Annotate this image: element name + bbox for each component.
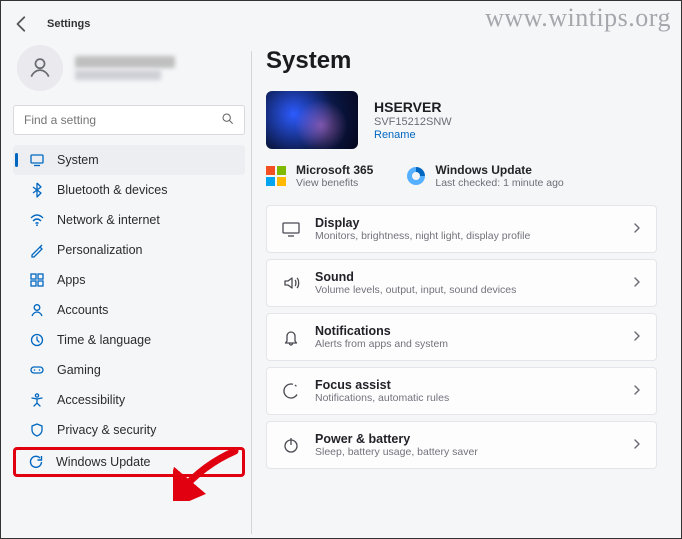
profile-email-obscured — [75, 70, 161, 80]
sidebar-item-privacy[interactable]: Privacy & security — [13, 415, 245, 445]
sidebar-item-update[interactable]: Windows Update — [13, 447, 245, 477]
sidebar-item-system[interactable]: System — [13, 145, 245, 175]
personalization-icon — [29, 242, 45, 258]
chevron-right-icon — [632, 274, 642, 292]
card-power[interactable]: Power & batterySleep, battery usage, bat… — [266, 421, 657, 469]
card-subtitle: Volume levels, output, input, sound devi… — [315, 284, 618, 296]
chevron-right-icon — [632, 382, 642, 400]
card-subtitle: Sleep, battery usage, battery saver — [315, 446, 618, 458]
ms365-title: Microsoft 365 — [296, 163, 373, 177]
sidebar-item-label: System — [57, 153, 99, 167]
chevron-right-icon — [632, 220, 642, 238]
search-icon — [221, 112, 234, 128]
network-icon — [29, 212, 45, 228]
card-title: Power & battery — [315, 432, 618, 446]
focus-icon — [281, 381, 301, 401]
sidebar: System Bluetooth & devices Network & inter… — [7, 41, 251, 534]
card-title: Focus assist — [315, 378, 618, 392]
device-row: HSERVER SVF15212SNW Rename — [266, 91, 657, 149]
sidebar-item-label: Bluetooth & devices — [57, 183, 168, 197]
back-button[interactable] — [13, 15, 31, 33]
profile-block[interactable] — [13, 41, 245, 105]
card-subtitle: Notifications, automatic rules — [315, 392, 618, 404]
chevron-right-icon — [632, 328, 642, 346]
accessibility-icon — [29, 392, 45, 408]
sidebar-item-label: Apps — [57, 273, 86, 287]
device-model: SVF15212SNW — [374, 116, 452, 128]
gaming-icon — [29, 362, 45, 378]
sidebar-item-bluetooth[interactable]: Bluetooth & devices — [13, 175, 245, 205]
sidebar-item-network[interactable]: Network & internet — [13, 205, 245, 235]
sidebar-item-personalization[interactable]: Personalization — [13, 235, 245, 265]
system-icon — [29, 152, 45, 168]
card-notifications[interactable]: NotificationsAlerts from apps and system — [266, 313, 657, 361]
device-thumbnail — [266, 91, 358, 149]
profile-name-obscured — [75, 56, 175, 68]
vertical-divider — [251, 51, 252, 534]
wu-title: Windows Update — [435, 163, 563, 177]
sidebar-item-label: Personalization — [57, 243, 142, 257]
page-title: System — [266, 47, 657, 75]
time-icon — [29, 332, 45, 348]
sidebar-item-label: Accounts — [57, 303, 108, 317]
search-input[interactable] — [24, 113, 194, 127]
power-icon — [281, 435, 301, 455]
search-box[interactable] — [13, 105, 245, 135]
card-title: Display — [315, 216, 618, 230]
card-title: Sound — [315, 270, 618, 284]
card-display[interactable]: DisplayMonitors, brightness, night light… — [266, 205, 657, 253]
microsoft-logo-icon — [266, 166, 286, 186]
sidebar-item-label: Time & language — [57, 333, 151, 347]
sidebar-item-label: Gaming — [57, 363, 101, 377]
card-sound[interactable]: SoundVolume levels, output, input, sound… — [266, 259, 657, 307]
sidebar-item-label: Accessibility — [57, 393, 125, 407]
chevron-right-icon — [632, 436, 642, 454]
accounts-icon — [29, 302, 45, 318]
sidebar-item-accounts[interactable]: Accounts — [13, 295, 245, 325]
header-title: Settings — [47, 18, 90, 30]
card-subtitle: Monitors, brightness, night light, displ… — [315, 230, 618, 242]
sound-icon — [281, 273, 301, 293]
card-subtitle: Alerts from apps and system — [315, 338, 618, 350]
display-icon — [281, 219, 301, 239]
windows-update-status[interactable]: Windows Update Last checked: 1 minute ag… — [407, 163, 563, 189]
main-panel: System HSERVER SVF15212SNW Rename Micros… — [260, 41, 675, 534]
windows-update-icon — [407, 167, 425, 185]
apps-icon — [29, 272, 45, 288]
privacy-icon — [29, 422, 45, 438]
sidebar-item-label: Privacy & security — [57, 423, 156, 437]
ms365-sub: View benefits — [296, 177, 373, 189]
device-name: HSERVER — [374, 99, 452, 115]
update-icon — [28, 454, 44, 470]
sidebar-item-label: Windows Update — [56, 455, 151, 469]
sidebar-item-apps[interactable]: Apps — [13, 265, 245, 295]
sidebar-item-label: Network & internet — [57, 213, 160, 227]
card-title: Notifications — [315, 324, 618, 338]
avatar — [17, 45, 63, 91]
sidebar-item-gaming[interactable]: Gaming — [13, 355, 245, 385]
wu-sub: Last checked: 1 minute ago — [435, 177, 563, 189]
rename-link[interactable]: Rename — [374, 129, 452, 141]
sidebar-item-accessibility[interactable]: Accessibility — [13, 385, 245, 415]
bluetooth-icon — [29, 182, 45, 198]
microsoft-365-status[interactable]: Microsoft 365 View benefits — [266, 163, 373, 189]
sidebar-item-time[interactable]: Time & language — [13, 325, 245, 355]
card-focus[interactable]: Focus assistNotifications, automatic rul… — [266, 367, 657, 415]
notifications-icon — [281, 327, 301, 347]
